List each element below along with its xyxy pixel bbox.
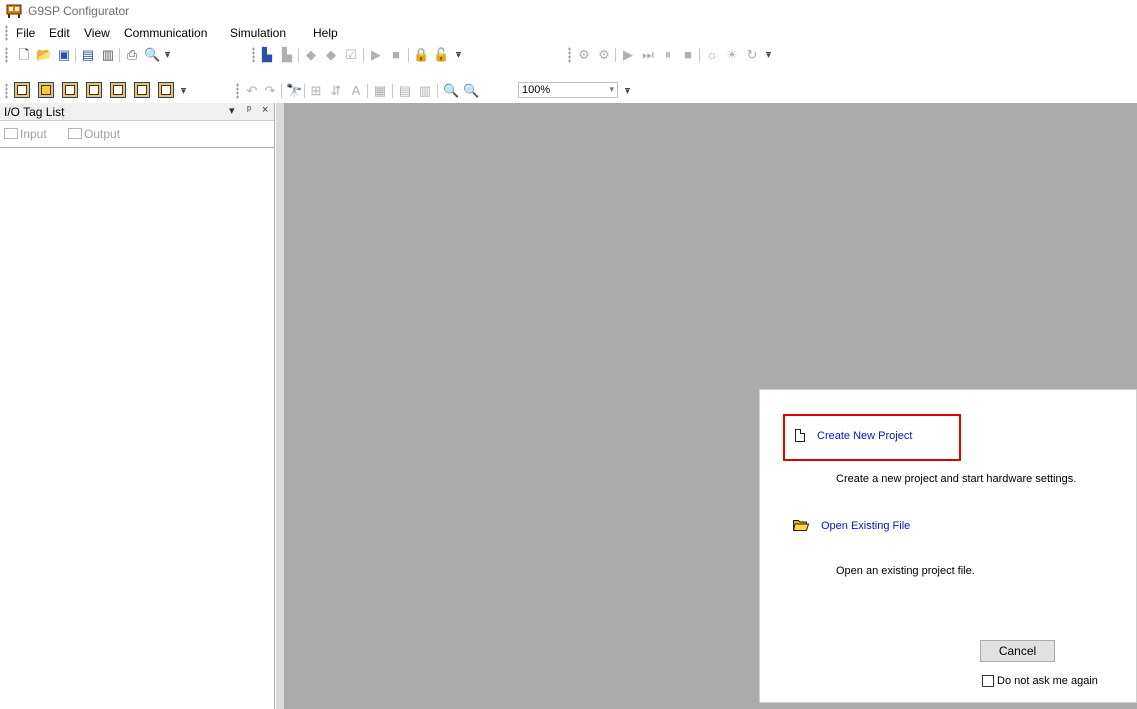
panel-dropdown-icon[interactable]: ▾	[229, 104, 235, 117]
toolbar-overflow-icon[interactable]: ▾	[164, 50, 171, 61]
io-tag-list-panel: I/O Tag List ▾ ᵖ × Input Output	[0, 103, 275, 709]
open-description: Open an existing project file.	[836, 565, 975, 577]
tab-output[interactable]: Output	[68, 127, 120, 141]
new-file-icon[interactable]: 🗋	[16, 47, 32, 63]
menu-file[interactable]: File	[16, 26, 35, 40]
zoom-in-icon[interactable]: 🔍	[463, 83, 479, 99]
play-icon[interactable]: ▶	[620, 47, 636, 63]
sim-stop-icon[interactable]: ⚙	[596, 47, 612, 63]
run-icon[interactable]: ▶	[368, 47, 384, 63]
save-icon[interactable]: ▣	[56, 47, 72, 63]
redo-icon[interactable]: ↷	[262, 83, 278, 99]
toolbar-overflow-icon[interactable]: ▾	[455, 50, 462, 61]
bulb-icon[interactable]: ☀	[724, 47, 740, 63]
zoom-value: 100%	[522, 84, 551, 96]
connect-line-icon[interactable]: ⇵	[328, 83, 344, 99]
cancel-button[interactable]: Cancel	[980, 640, 1055, 662]
menu-help[interactable]: Help	[313, 26, 338, 40]
stop-icon[interactable]: ■	[388, 47, 404, 63]
menu-communication[interactable]: Communication	[124, 26, 207, 40]
zoom-select[interactable]: 100% ▾	[518, 82, 618, 98]
view-toggle-list-button[interactable]	[86, 82, 102, 98]
toolbar-grip[interactable]	[252, 47, 255, 63]
print-preview-icon[interactable]: 🔍	[144, 47, 160, 63]
toolbar-grip[interactable]	[568, 47, 571, 63]
properties-icon[interactable]: ▥	[100, 47, 116, 63]
toolbar-grip[interactable]	[5, 47, 8, 63]
open-existing-file-link[interactable]: Open Existing File	[821, 520, 910, 532]
window-title: G9SP Configurator	[28, 4, 130, 18]
create-new-project-link[interactable]: Create New Project	[817, 430, 912, 442]
pin-icon[interactable]: ᵖ	[247, 104, 251, 116]
print-icon[interactable]: ⎙	[124, 47, 140, 63]
view-toggle-io-button[interactable]	[14, 82, 30, 98]
app-icon	[6, 4, 22, 18]
sim-start-icon[interactable]: ⚙	[576, 47, 592, 63]
toolbar-overflow-icon[interactable]: ▾	[180, 86, 187, 97]
view-toggle-logic-button[interactable]	[38, 82, 54, 98]
toolbar-overflow-icon[interactable]: ▾	[765, 50, 772, 61]
output-icon	[68, 128, 82, 139]
monitor-icon[interactable]: ☼	[704, 47, 720, 63]
chevron-down-icon: ▾	[609, 84, 614, 94]
grid-icon[interactable]: ▦	[372, 83, 388, 99]
workspace-splitter[interactable]	[276, 103, 284, 709]
panel-tabs: Input Output	[0, 121, 274, 148]
title-bar: G9SP Configurator	[0, 0, 1137, 22]
view-toggle-search-button[interactable]	[158, 82, 174, 98]
new-document-icon	[795, 429, 805, 442]
view-toggle-output-button[interactable]	[134, 82, 150, 98]
toolbar-grip[interactable]	[236, 83, 239, 99]
menu-simulation[interactable]: Simulation	[230, 26, 286, 40]
upload-icon[interactable]: ◆	[303, 47, 319, 63]
close-icon[interactable]: ×	[262, 104, 268, 116]
disconnect-icon[interactable]: ▙	[279, 47, 295, 63]
do-not-ask-label: Do not ask me again	[997, 675, 1098, 687]
download-icon[interactable]: ◆	[323, 47, 339, 63]
save-all-icon[interactable]: ▤	[80, 47, 96, 63]
view-toggle-tags-button[interactable]	[62, 82, 78, 98]
verify-icon[interactable]: ☑	[343, 47, 359, 63]
do-not-ask-checkbox[interactable]	[982, 675, 994, 687]
step-icon[interactable]: ⏭	[640, 47, 656, 63]
connect-icon[interactable]: ▙	[259, 47, 275, 63]
panel-header: I/O Tag List ▾ ᵖ ×	[0, 103, 274, 121]
find-icon[interactable]: 🔭	[286, 83, 302, 99]
toolbar-overflow-icon[interactable]: ▾	[624, 86, 631, 97]
split-vertical-icon[interactable]: ▥	[417, 83, 433, 99]
unlock-icon[interactable]: 🔓	[433, 47, 449, 63]
open-folder-icon	[793, 520, 809, 531]
view-toggle-chart-button[interactable]	[110, 82, 126, 98]
menu-bar: File Edit View Communication Simulation …	[0, 22, 1137, 44]
tab-input[interactable]: Input	[4, 127, 47, 141]
panel-title: I/O Tag List	[4, 105, 65, 119]
menu-view[interactable]: View	[84, 26, 110, 40]
pause-icon[interactable]: ⏸	[660, 47, 676, 63]
create-description: Create a new project and start hardware …	[836, 473, 1077, 485]
insert-icon[interactable]: ⊞	[308, 83, 324, 99]
text-icon[interactable]: A	[348, 83, 364, 99]
tab-input-label: Input	[20, 127, 47, 141]
stop-sim-icon[interactable]: ■	[680, 47, 696, 63]
input-icon	[4, 128, 18, 139]
menu-edit[interactable]: Edit	[49, 26, 70, 40]
tab-output-label: Output	[84, 127, 121, 141]
lock-icon[interactable]: 🔒	[413, 47, 429, 63]
toolbar-row-1: 🗋 📂 ▣ ▤ ▥ ⎙ 🔍 ▾ ▙ ▙ ◆ ◆ ☑ ▶ ■ 🔒 🔓 ▾ ⚙ ⚙ …	[0, 44, 1137, 66]
reset-icon[interactable]: ↻	[744, 47, 760, 63]
undo-icon[interactable]: ↶	[244, 83, 260, 99]
zoom-out-icon[interactable]: 🔍	[443, 83, 459, 99]
open-folder-icon[interactable]: 📂	[36, 47, 52, 63]
toolbar-grip[interactable]	[5, 83, 8, 99]
split-horizontal-icon[interactable]: ▤	[397, 83, 413, 99]
menu-grip[interactable]	[5, 25, 8, 41]
